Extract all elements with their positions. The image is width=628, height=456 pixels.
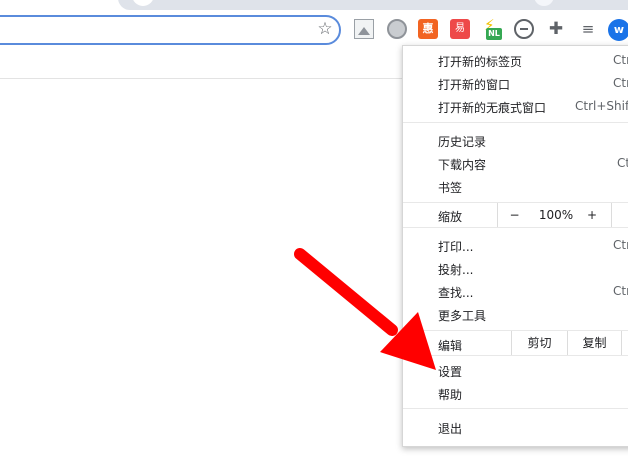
menu-item-shortcut: Ctrl+Shift (575, 99, 628, 113)
circle-extension-icon[interactable] (387, 19, 407, 39)
menu-item-label: 更多工具 (438, 309, 487, 323)
menu-item-label: 帮助 (438, 388, 463, 402)
menu-item-bookmarks[interactable]: 书签 (403, 175, 628, 197)
menu-item-label: 打开新的窗口 (438, 78, 511, 92)
menu-item-find[interactable]: 查找... Ctr (403, 280, 628, 302)
menu-item-label: 查找... (438, 286, 474, 300)
menu-item-shortcut: Ctrl (613, 53, 628, 67)
edit-row: 编辑 剪切 复制 (403, 330, 628, 356)
edit-label: 编辑 (438, 339, 463, 353)
shopping-extension-icon[interactable]: 惠 (418, 19, 438, 39)
zoom-out-button[interactable]: − (497, 203, 531, 227)
menu-item-label: 历史记录 (438, 135, 487, 149)
red-extension-icon[interactable]: 易 (450, 19, 470, 39)
menu-item-label: 设置 (438, 365, 463, 379)
menu-item-label: 打印... (438, 240, 474, 254)
menu-item-exit[interactable]: 退出 (403, 416, 628, 438)
menu-item-label: 投射... (438, 263, 474, 277)
zoom-in-button[interactable]: + (581, 203, 603, 227)
menu-item-label: 退出 (438, 422, 463, 436)
profile-avatar[interactable]: w (608, 19, 628, 41)
bookmark-star-icon[interactable]: ☆ (315, 19, 335, 39)
nl-extension-icon[interactable]: ⚡ NL (482, 17, 502, 40)
menu-item-shortcut: Ct (617, 156, 628, 170)
menu-item-downloads[interactable]: 下载内容 Ct (403, 152, 628, 174)
nl-badge: NL (486, 28, 502, 40)
menu-item-cast[interactable]: 投射... (403, 257, 628, 279)
menu-item-help[interactable]: 帮助 (403, 382, 628, 404)
menu-item-label: 打开新的无痕式窗口 (438, 101, 547, 115)
menu-item-label: 书签 (438, 181, 463, 195)
chrome-main-menu: 打开新的标签页 Ctrl 打开新的窗口 Ctrl 打开新的无痕式窗口 Ctrl+… (402, 45, 628, 447)
menu-item-shortcut: Ctr (613, 284, 628, 298)
menu-separator (403, 122, 628, 123)
zoom-label: 缩放 (438, 210, 463, 224)
puzzle-extensions-icon[interactable]: ✚ (546, 19, 566, 39)
chat-extension-icon[interactable] (514, 19, 534, 39)
zoom-row: 缩放 − 100% + (403, 202, 628, 228)
tab-strip (0, 0, 628, 12)
menu-item-label: 打开新的标签页 (438, 55, 523, 69)
menu-item-shortcut: Ctrl (613, 76, 628, 90)
copy-button[interactable]: 复制 (567, 331, 621, 355)
menu-item-new-tab[interactable]: 打开新的标签页 Ctrl (403, 49, 628, 71)
menu-separator (403, 408, 628, 409)
menu-item-settings[interactable]: 设置 (403, 359, 628, 381)
fullscreen-button[interactable] (611, 203, 628, 227)
cut-button[interactable]: 剪切 (511, 331, 567, 355)
reading-list-icon[interactable]: ≡ (578, 19, 598, 39)
menu-item-shortcut: Ctr (613, 238, 628, 252)
menu-item-new-incognito[interactable]: 打开新的无痕式窗口 Ctrl+Shift (403, 95, 628, 117)
paste-button[interactable] (621, 331, 628, 355)
address-bar[interactable] (0, 15, 341, 45)
menu-item-history[interactable]: 历史记录 (403, 129, 628, 151)
menu-item-label: 下载内容 (438, 158, 487, 172)
menu-item-new-window[interactable]: 打开新的窗口 Ctrl (403, 72, 628, 94)
image-extension-icon[interactable] (354, 19, 374, 39)
menu-item-print[interactable]: 打印... Ctr (403, 234, 628, 256)
zoom-level: 100% (538, 208, 574, 222)
menu-item-more-tools[interactable]: 更多工具 (403, 303, 628, 325)
